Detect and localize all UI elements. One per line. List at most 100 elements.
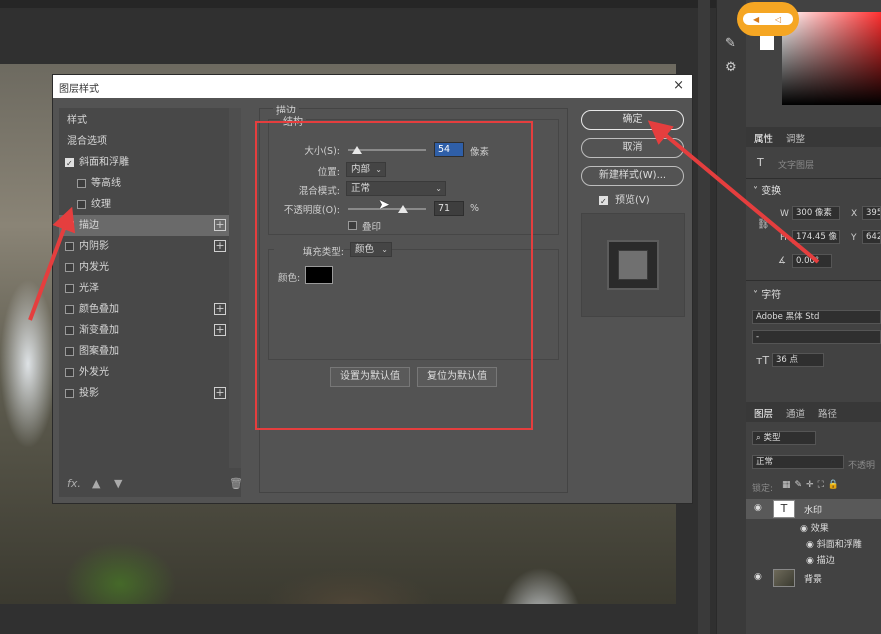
dialog-title: 图层样式	[59, 84, 99, 95]
add-effect-icon[interactable]: +	[214, 240, 226, 252]
layer-name: 背景	[804, 575, 823, 585]
properties-tabbar: 属性 调整	[746, 127, 881, 147]
preview-toggle[interactable]: 预览(V)	[599, 190, 689, 212]
x-field[interactable]: 395	[862, 206, 881, 220]
styles-list-panel: 样式 混合选项 斜面和浮雕等高线纹理描边 + 内阴影 + 内发光光泽颜色叠加 + 渐变叠加 +…	[59, 108, 243, 497]
style-checkbox[interactable]	[65, 347, 74, 356]
blend-options-item[interactable]: 混合选项	[59, 131, 229, 152]
font-style-field[interactable]: -	[752, 330, 881, 344]
fx-icon[interactable]: fx.	[67, 477, 81, 490]
layers-tabbar: 图层 通道 路径	[746, 402, 881, 422]
move-up-icon[interactable]: ▲	[92, 477, 100, 490]
tab-paths[interactable]: 路径	[818, 406, 837, 420]
height-field[interactable]: 174.45 像	[792, 230, 840, 244]
canvas-scrollbar[interactable]	[698, 0, 710, 634]
style-item-label: 内发光	[79, 262, 109, 273]
style-item[interactable]: 等高线	[59, 173, 229, 194]
cancel-button[interactable]: 取消	[581, 138, 684, 158]
close-icon[interactable]: ×	[673, 78, 684, 93]
effect-bevel[interactable]: ◉ 斜面和浮雕	[806, 537, 862, 550]
lock-label: 锁定:	[752, 484, 774, 494]
character-heading[interactable]: ˅ 字符	[753, 286, 781, 301]
angle-icon: ∡	[778, 256, 787, 266]
foreground-color-swatch[interactable]	[760, 36, 774, 50]
ok-button[interactable]: 确定	[581, 110, 684, 130]
style-checkbox[interactable]	[65, 368, 74, 377]
y-field[interactable]: 642	[862, 230, 881, 244]
style-checkbox[interactable]	[65, 389, 74, 398]
style-checkbox[interactable]	[65, 263, 74, 272]
trash-icon[interactable]: 🗑	[229, 477, 243, 490]
add-effect-icon[interactable]: +	[214, 324, 226, 336]
style-item[interactable]: 内发光	[59, 257, 229, 278]
style-item[interactable]: 光泽	[59, 278, 229, 299]
style-item-label: 图案叠加	[79, 346, 119, 357]
style-item[interactable]: 外发光	[59, 362, 229, 383]
style-item-label: 投影	[79, 388, 99, 399]
style-checkbox[interactable]	[65, 305, 74, 314]
transform-heading[interactable]: ˅ 变换	[753, 182, 781, 197]
move-down-icon[interactable]: ▼	[114, 477, 122, 490]
style-item[interactable]: 斜面和浮雕	[59, 152, 229, 174]
style-item-label: 光泽	[79, 283, 99, 294]
style-checkbox[interactable]	[65, 153, 74, 174]
brush-icon[interactable]: ✎	[725, 36, 736, 51]
layer-row-watermark[interactable]: ◉ T 水印	[746, 499, 881, 519]
styles-scrollbar[interactable]	[229, 108, 241, 468]
layer-name: 水印	[804, 506, 823, 516]
layer-row-background[interactable]: ◉ 背景	[746, 568, 881, 588]
visibility-eye-icon[interactable]: ◉	[754, 503, 762, 513]
add-effect-icon[interactable]: +	[214, 303, 226, 315]
preview-checkbox[interactable]	[599, 191, 608, 212]
style-checkbox[interactable]	[65, 284, 74, 293]
tab-channels[interactable]: 通道	[786, 406, 805, 420]
style-item[interactable]: 颜色叠加 +	[59, 299, 229, 320]
angle-field[interactable]: 0.00°	[792, 254, 832, 268]
new-style-button[interactable]: 新建样式(W)...	[581, 166, 684, 186]
image-layer-thumbnail	[773, 569, 795, 587]
preview-label: 预览(V)	[615, 195, 650, 206]
x-label: X	[851, 209, 858, 219]
tab-adjust[interactable]: 调整	[786, 131, 805, 145]
style-checkbox[interactable]	[65, 326, 74, 335]
style-item[interactable]: 纹理	[59, 194, 229, 215]
tab-properties[interactable]: 属性	[754, 131, 773, 145]
style-item[interactable]: 内阴影 +	[59, 236, 229, 257]
style-item[interactable]: 渐变叠加 +	[59, 320, 229, 341]
styles-footer: fx. ▲ ▼ 🗑	[59, 471, 243, 497]
style-checkbox[interactable]	[65, 242, 74, 251]
style-checkbox[interactable]	[77, 179, 86, 188]
effect-stroke[interactable]: ◉ 描边	[806, 553, 835, 566]
layer-opacity-label: 不透明	[848, 461, 876, 471]
style-item[interactable]: 描边 +	[59, 215, 229, 237]
style-item-label: 渐变叠加	[79, 325, 119, 336]
text-layer-icon: T	[757, 156, 764, 169]
add-effect-icon[interactable]: +	[214, 387, 226, 399]
dialog-titlebar[interactable]: 图层样式 ×	[53, 75, 692, 98]
y-label: Y	[851, 233, 857, 243]
text-layer-thumbnail: T	[773, 500, 795, 518]
preview-thumbnail	[581, 213, 685, 317]
styles-header[interactable]: 样式	[59, 110, 229, 131]
layer-blend-mode[interactable]: 正常	[752, 455, 844, 469]
tools-column: ✎ ⚙	[716, 0, 746, 634]
font-size-field[interactable]: 36 点	[772, 353, 824, 367]
visibility-eye-icon[interactable]: ◉	[754, 572, 762, 582]
link-dimensions-icon[interactable]: ⛓	[757, 219, 770, 230]
style-item[interactable]: 投影 +	[59, 383, 229, 404]
style-checkbox[interactable]	[77, 200, 86, 209]
brush-settings-icon[interactable]: ⚙	[725, 60, 737, 75]
style-item-label: 斜面和浮雕	[79, 157, 129, 168]
tab-layers[interactable]: 图层	[754, 406, 773, 420]
annotation-highlight-box	[255, 121, 533, 430]
style-item-label: 等高线	[91, 178, 121, 189]
width-field[interactable]: 300 像素	[792, 206, 840, 220]
lock-icons[interactable]: ▦✎✛⛶🔒	[782, 480, 843, 490]
add-effect-icon[interactable]: +	[214, 219, 226, 231]
mascot-logo: ◀ ◁	[737, 2, 799, 36]
document-tab-strip	[0, 0, 716, 8]
style-checkbox[interactable]	[65, 216, 74, 237]
layer-filter-field[interactable]: ⌕ 类型	[752, 431, 816, 445]
font-family-field[interactable]: Adobe 黑体 Std	[752, 310, 881, 324]
style-item[interactable]: 图案叠加	[59, 341, 229, 362]
